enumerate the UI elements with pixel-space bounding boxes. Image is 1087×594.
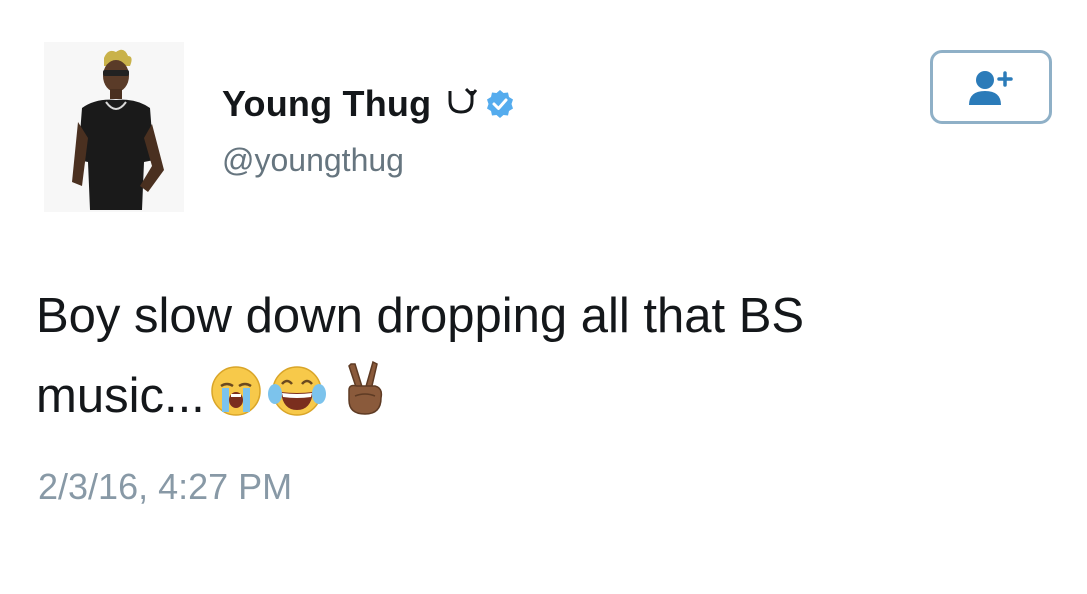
verified-badge-icon [485,89,515,119]
victory-hand-emoji-icon [341,360,385,442]
tweet-text: Boy slow down dropping all that BS music… [36,276,1036,442]
tweet-text-line-1: Boy slow down dropping all that BS [36,289,805,343]
display-name[interactable]: Young Thug [222,83,431,125]
tweet-text-line-2-text: music... [36,369,205,423]
face-with-tears-of-joy-emoji-icon [267,362,327,442]
upsilon-symbol-icon [448,87,478,114]
tweet-text-line-2: music... [36,356,1036,442]
follow-button[interactable] [930,50,1052,124]
add-user-icon [969,71,1013,105]
tweet-card: Young Thug @youngthug Boy slow down drop… [0,0,1087,594]
avatar[interactable] [44,42,184,212]
user-handle[interactable]: @youngthug [222,142,404,179]
avatar-image [44,42,184,212]
loudly-crying-face-emoji-icon [209,362,263,442]
display-name-row: Young Thug [222,82,515,126]
name-symbol [447,85,478,123]
tweet-timestamp[interactable]: 2/3/16, 4:27 PM [38,466,292,508]
